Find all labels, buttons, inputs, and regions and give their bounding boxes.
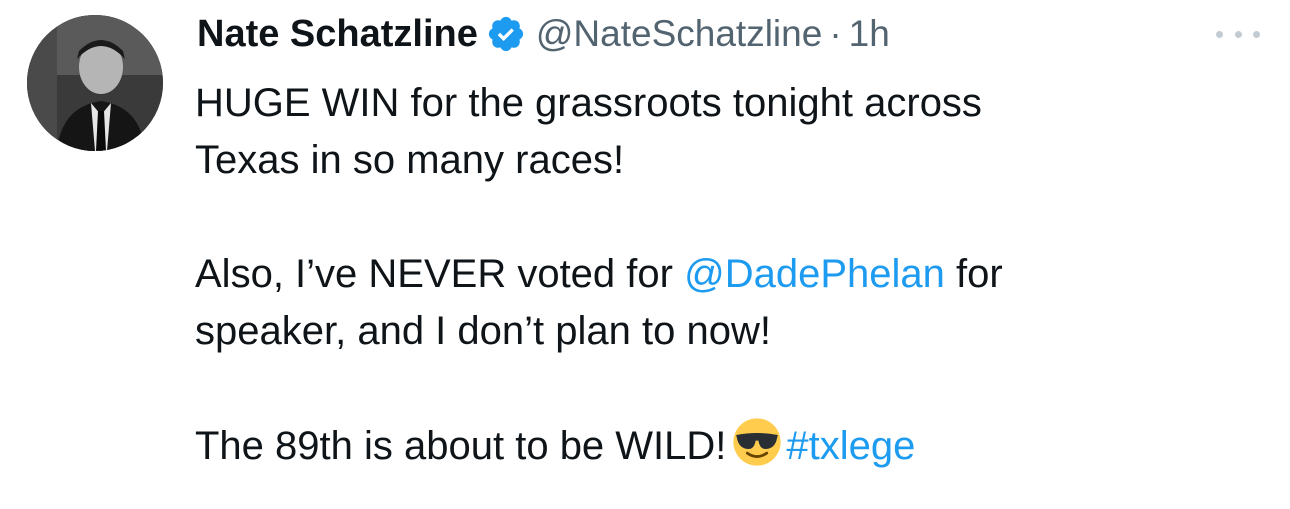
tweet-text-line: Also, I’ve NEVER voted for @DadePhelan f… [195, 246, 1235, 303]
author-handle[interactable]: @NateSchatzline [536, 13, 822, 55]
avatar-photo-icon [27, 15, 163, 151]
tweet-text-line: The 89th is about to be WILD! #txlege [195, 417, 1235, 474]
more-dot [1253, 30, 1260, 38]
hashtag-link[interactable]: #txlege [786, 424, 915, 468]
tweet-text: HUGE WIN for the grassroots tonight acro… [195, 75, 1235, 474]
tweet-text-segment: for [944, 252, 1003, 296]
author-avatar[interactable] [27, 15, 163, 151]
tweet-text-segment: Also, I’ve NEVER voted for [195, 252, 685, 296]
sunglasses-emoji-icon [733, 418, 782, 466]
more-options-icon[interactable] [1216, 24, 1260, 44]
tweet-timestamp[interactable]: 1h [849, 13, 890, 55]
tweet[interactable]: Nate Schatzline @NateSchatzline · 1h HUG… [0, 0, 1290, 509]
tweet-text-line: Texas in so many races! [195, 138, 625, 182]
paragraph-break [195, 189, 1235, 246]
tweet-header: Nate Schatzline @NateSchatzline · 1h [197, 6, 890, 62]
more-dot [1216, 30, 1223, 38]
mention-link[interactable]: @DadePhelan [684, 252, 945, 296]
tweet-text-segment: The 89th is about to be WILD! [195, 424, 727, 468]
author-display-name[interactable]: Nate Schatzline [197, 13, 478, 56]
paragraph-break [195, 360, 1235, 417]
header-separator: · [829, 13, 842, 54]
more-dot [1234, 30, 1242, 38]
tweet-text-line: HUGE WIN for the grassroots tonight acro… [195, 81, 982, 125]
tweet-text-line: speaker, and I don’t plan to now! [195, 309, 771, 353]
verified-badge-icon [488, 16, 523, 52]
